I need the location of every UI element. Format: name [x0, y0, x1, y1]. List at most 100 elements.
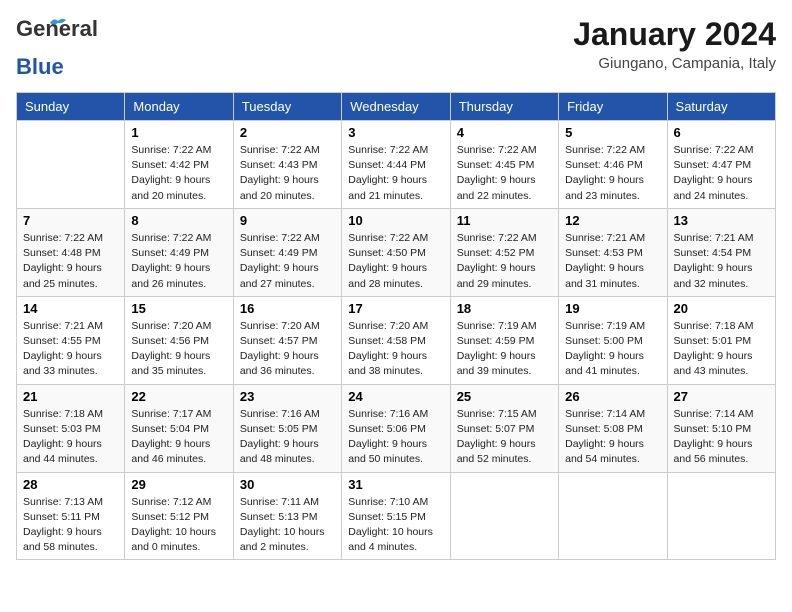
day-number: 23	[240, 389, 335, 404]
calendar-cell: 17Sunrise: 7:20 AMSunset: 4:58 PMDayligh…	[342, 296, 450, 384]
calendar-cell	[667, 472, 775, 560]
day-info: Sunrise: 7:20 AMSunset: 4:57 PMDaylight:…	[240, 319, 335, 380]
day-info: Sunrise: 7:20 AMSunset: 4:58 PMDaylight:…	[348, 319, 443, 380]
day-info: Sunrise: 7:20 AMSunset: 4:56 PMDaylight:…	[131, 319, 226, 380]
day-info: Sunrise: 7:13 AMSunset: 5:11 PMDaylight:…	[23, 495, 118, 556]
calendar-cell: 27 Sunrise: 7:14 AMSunset: 5:10 PMDayligh…	[667, 384, 775, 472]
day-number: 19	[565, 301, 660, 316]
day-info: Sunrise: 7:18 AMSunset: 5:03 PMDaylight:…	[23, 407, 118, 468]
calendar-cell: 29 Sunrise: 7:12 AMSunset: 5:12 PMDayligh…	[125, 472, 233, 560]
day-info: Sunrise: 7:19 AMSunset: 5:00 PMDaylight:…	[565, 319, 660, 380]
day-number: 31	[348, 477, 443, 492]
calendar-week-row: 21 Sunrise: 7:18 AMSunset: 5:03 PMDayligh…	[17, 384, 776, 472]
day-number: 5	[565, 125, 660, 140]
day-number: 12	[565, 213, 660, 228]
day-number: 21	[23, 389, 118, 404]
calendar-cell: 30Sunrise: 7:11 AMSunset: 5:13 PMDayligh…	[233, 472, 341, 560]
calendar-cell: 31 Sunrise: 7:10 AMSunset: 5:15 PMDayligh…	[342, 472, 450, 560]
day-info: Sunrise: 7:22 AMSunset: 4:45 PMDaylight:…	[457, 143, 552, 204]
calendar-cell: 23 Sunrise: 7:16 AMSunset: 5:05 PMDayligh…	[233, 384, 341, 472]
day-number: 28	[23, 477, 118, 492]
location: Giungano, Campania, Italy	[573, 55, 776, 72]
logo-blue: Blue	[16, 54, 64, 80]
day-info: Sunrise: 7:16 AMSunset: 5:06 PMDaylight:…	[348, 407, 443, 468]
day-number: 4	[457, 125, 552, 140]
day-number: 14	[23, 301, 118, 316]
day-info: Sunrise: 7:22 AMSunset: 4:42 PMDaylight:…	[131, 143, 226, 204]
calendar-cell: 5 Sunrise: 7:22 AMSunset: 4:46 PMDaylight…	[559, 121, 667, 209]
day-number: 8	[131, 213, 226, 228]
calendar-cell	[450, 472, 558, 560]
day-info: Sunrise: 7:10 AMSunset: 5:15 PMDaylight:…	[348, 495, 443, 556]
page-header: General Blue January 2024 Giungano, Camp…	[16, 16, 776, 80]
day-number: 15	[131, 301, 226, 316]
calendar-cell: 19 Sunrise: 7:19 AMSunset: 5:00 PMDayligh…	[559, 296, 667, 384]
day-info: Sunrise: 7:22 AMSunset: 4:44 PMDaylight:…	[348, 143, 443, 204]
title-block: January 2024 Giungano, Campania, Italy	[573, 16, 776, 72]
calendar-cell: 9Sunrise: 7:22 AMSunset: 4:49 PMDaylight…	[233, 208, 341, 296]
header-wednesday: Wednesday	[342, 93, 450, 121]
calendar-cell: 15 Sunrise: 7:20 AMSunset: 4:56 PMDayligh…	[125, 296, 233, 384]
calendar-cell: 24Sunrise: 7:16 AMSunset: 5:06 PMDayligh…	[342, 384, 450, 472]
calendar-cell: 3 Sunrise: 7:22 AMSunset: 4:44 PMDaylight…	[342, 121, 450, 209]
calendar-cell: 22Sunrise: 7:17 AMSunset: 5:04 PMDayligh…	[125, 384, 233, 472]
day-number: 16	[240, 301, 335, 316]
day-number: 9	[240, 213, 335, 228]
calendar-cell: 14 Sunrise: 7:21 AMSunset: 4:55 PMDayligh…	[17, 296, 125, 384]
logo: General Blue	[16, 16, 64, 80]
day-number: 3	[348, 125, 443, 140]
day-info: Sunrise: 7:21 AMSunset: 4:55 PMDaylight:…	[23, 319, 118, 380]
calendar-cell: 4 Sunrise: 7:22 AMSunset: 4:45 PMDaylight…	[450, 121, 558, 209]
day-number: 26	[565, 389, 660, 404]
calendar-cell: 26 Sunrise: 7:14 AMSunset: 5:08 PMDayligh…	[559, 384, 667, 472]
day-info: Sunrise: 7:12 AMSunset: 5:12 PMDaylight:…	[131, 495, 226, 556]
calendar-cell: 1 Sunrise: 7:22 AMSunset: 4:42 PMDaylight…	[125, 121, 233, 209]
calendar-cell: 21 Sunrise: 7:18 AMSunset: 5:03 PMDayligh…	[17, 384, 125, 472]
header-saturday: Saturday	[667, 93, 775, 121]
day-number: 25	[457, 389, 552, 404]
day-info: Sunrise: 7:22 AMSunset: 4:43 PMDaylight:…	[240, 143, 335, 204]
calendar-week-row: 28 Sunrise: 7:13 AMSunset: 5:11 PMDayligh…	[17, 472, 776, 560]
day-info: Sunrise: 7:22 AMSunset: 4:52 PMDaylight:…	[457, 231, 552, 292]
day-info: Sunrise: 7:14 AMSunset: 5:08 PMDaylight:…	[565, 407, 660, 468]
day-number: 27	[674, 389, 769, 404]
day-number: 6	[674, 125, 769, 140]
day-info: Sunrise: 7:19 AMSunset: 4:59 PMDaylight:…	[457, 319, 552, 380]
calendar-week-row: 14 Sunrise: 7:21 AMSunset: 4:55 PMDayligh…	[17, 296, 776, 384]
day-info: Sunrise: 7:16 AMSunset: 5:05 PMDaylight:…	[240, 407, 335, 468]
day-info: Sunrise: 7:14 AMSunset: 5:10 PMDaylight:…	[674, 407, 769, 468]
day-info: Sunrise: 7:22 AMSunset: 4:50 PMDaylight:…	[348, 231, 443, 292]
header-sunday: Sunday	[17, 93, 125, 121]
calendar-header-row: SundayMondayTuesdayWednesdayThursdayFrid…	[17, 93, 776, 121]
day-number: 10	[348, 213, 443, 228]
calendar-cell: 6Sunrise: 7:22 AMSunset: 4:47 PMDaylight…	[667, 121, 775, 209]
calendar-cell: 2Sunrise: 7:22 AMSunset: 4:43 PMDaylight…	[233, 121, 341, 209]
calendar-cell: 7 Sunrise: 7:22 AMSunset: 4:48 PMDaylight…	[17, 208, 125, 296]
day-info: Sunrise: 7:15 AMSunset: 5:07 PMDaylight:…	[457, 407, 552, 468]
calendar-cell: 11Sunrise: 7:22 AMSunset: 4:52 PMDayligh…	[450, 208, 558, 296]
calendar-cell: 8Sunrise: 7:22 AMSunset: 4:49 PMDaylight…	[125, 208, 233, 296]
calendar-cell: 12 Sunrise: 7:21 AMSunset: 4:53 PMDayligh…	[559, 208, 667, 296]
day-info: Sunrise: 7:18 AMSunset: 5:01 PMDaylight:…	[674, 319, 769, 380]
day-number: 30	[240, 477, 335, 492]
calendar-cell: 13 Sunrise: 7:21 AMSunset: 4:54 PMDayligh…	[667, 208, 775, 296]
day-info: Sunrise: 7:21 AMSunset: 4:53 PMDaylight:…	[565, 231, 660, 292]
day-number: 13	[674, 213, 769, 228]
day-info: Sunrise: 7:22 AMSunset: 4:46 PMDaylight:…	[565, 143, 660, 204]
day-number: 22	[131, 389, 226, 404]
calendar-cell: 16 Sunrise: 7:20 AMSunset: 4:57 PMDayligh…	[233, 296, 341, 384]
day-number: 29	[131, 477, 226, 492]
calendar-table: SundayMondayTuesdayWednesdayThursdayFrid…	[16, 92, 776, 560]
day-number: 1	[131, 125, 226, 140]
header-friday: Friday	[559, 93, 667, 121]
calendar-cell: 25 Sunrise: 7:15 AMSunset: 5:07 PMDayligh…	[450, 384, 558, 472]
day-number: 18	[457, 301, 552, 316]
calendar-cell	[559, 472, 667, 560]
day-info: Sunrise: 7:21 AMSunset: 4:54 PMDaylight:…	[674, 231, 769, 292]
day-info: Sunrise: 7:22 AMSunset: 4:48 PMDaylight:…	[23, 231, 118, 292]
day-number: 20	[674, 301, 769, 316]
calendar-cell: 20 Sunrise: 7:18 AMSunset: 5:01 PMDayligh…	[667, 296, 775, 384]
calendar-week-row: 7 Sunrise: 7:22 AMSunset: 4:48 PMDaylight…	[17, 208, 776, 296]
day-number: 7	[23, 213, 118, 228]
header-tuesday: Tuesday	[233, 93, 341, 121]
